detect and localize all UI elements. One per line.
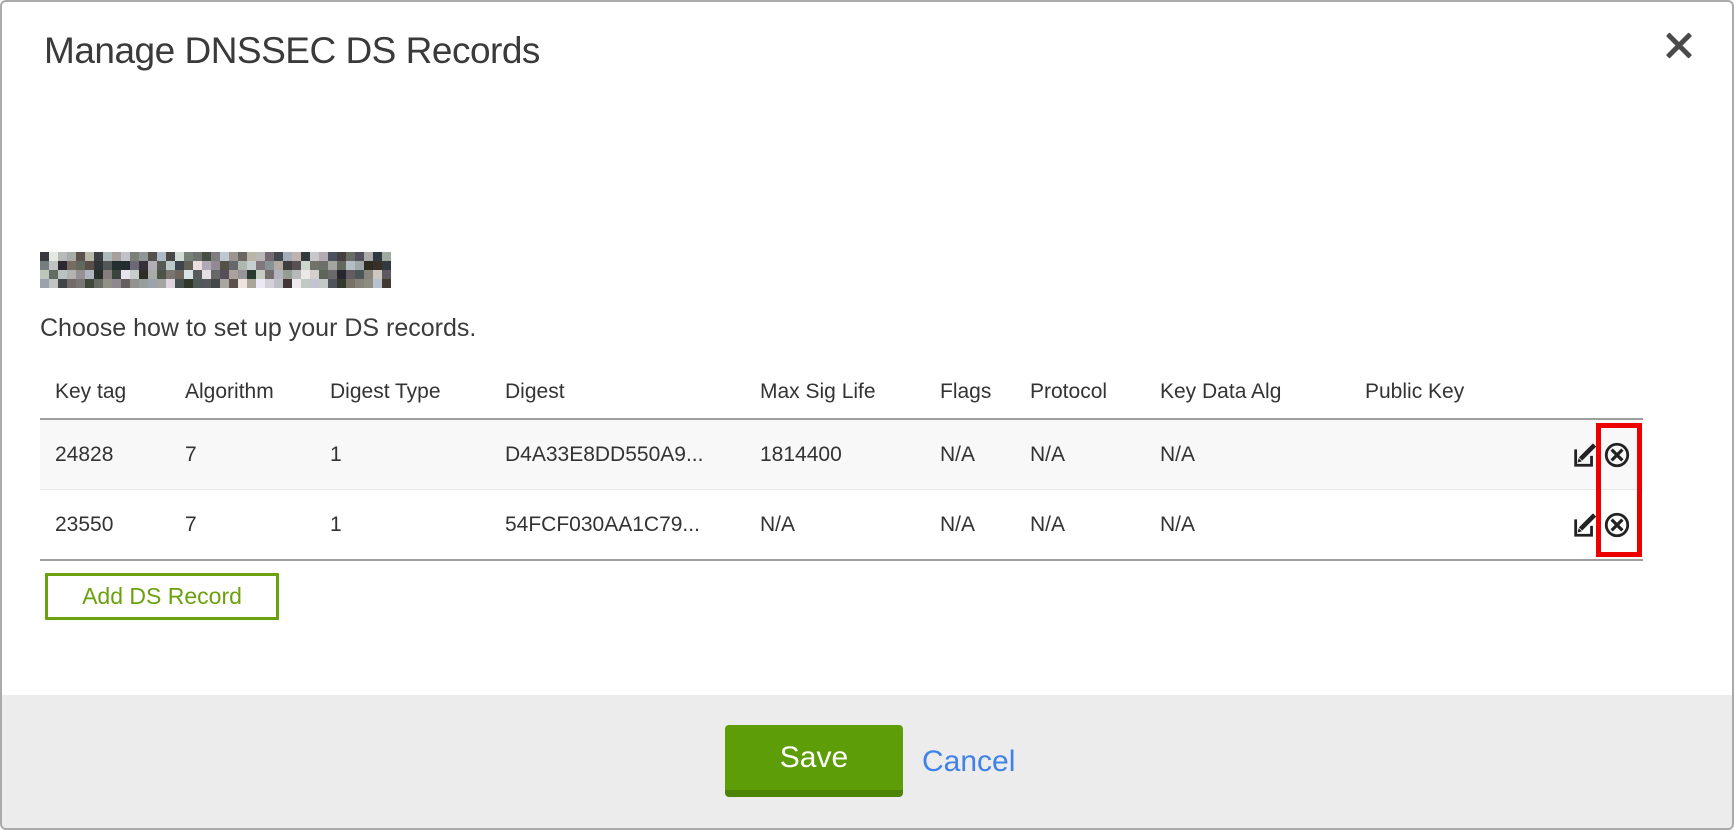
save-button[interactable]: Save	[725, 725, 903, 797]
col-header-actions	[1550, 365, 1643, 419]
col-header-digest: Digest	[490, 365, 745, 419]
edit-icon	[1571, 441, 1599, 469]
col-header-algorithm: Algorithm	[170, 365, 315, 419]
cell-digest: D4A33E8DD550A9...	[490, 419, 745, 490]
col-header-key-data-alg: Key Data Alg	[1145, 365, 1350, 419]
cell-max-sig-life: 1814400	[745, 419, 925, 490]
cell-key-data-alg: N/A	[1145, 490, 1350, 561]
circle-x-icon	[1603, 511, 1631, 539]
edit-record-button[interactable]	[1571, 511, 1599, 539]
cell-digest-type: 1	[315, 490, 490, 561]
manage-dnssec-modal: Manage DNSSEC DS Records Choose how to s…	[0, 0, 1734, 830]
cell-digest-type: 1	[315, 419, 490, 490]
cancel-link[interactable]: Cancel	[922, 745, 1015, 779]
col-header-flags: Flags	[925, 365, 1015, 419]
delete-record-button[interactable]	[1603, 441, 1631, 469]
cell-flags: N/A	[925, 419, 1015, 490]
cell-algorithm: 7	[170, 490, 315, 561]
modal-footer: Save Cancel	[2, 695, 1732, 828]
cell-public-key	[1350, 490, 1550, 561]
edit-icon	[1571, 511, 1599, 539]
col-header-key-tag: Key tag	[40, 365, 170, 419]
page-title: Manage DNSSEC DS Records	[44, 30, 540, 72]
table-row: 24828 7 1 D4A33E8DD550A9... 1814400 N/A …	[40, 419, 1643, 490]
redacted-domain-name	[40, 252, 391, 288]
edit-record-button[interactable]	[1571, 441, 1599, 469]
table-row: 23550 7 1 54FCF030AA1C79... N/A N/A N/A …	[40, 490, 1643, 561]
cell-protocol: N/A	[1015, 419, 1145, 490]
cell-algorithm: 7	[170, 419, 315, 490]
cell-key-data-alg: N/A	[1145, 419, 1350, 490]
col-header-max-sig-life: Max Sig Life	[745, 365, 925, 419]
cell-protocol: N/A	[1015, 490, 1145, 561]
circle-x-icon	[1603, 441, 1631, 469]
ds-records-table: Key tag Algorithm Digest Type Digest Max…	[40, 365, 1643, 561]
col-header-digest-type: Digest Type	[315, 365, 490, 419]
cell-key-tag: 23550	[40, 490, 170, 561]
col-header-public-key: Public Key	[1350, 365, 1550, 419]
close-button[interactable]	[1660, 26, 1698, 64]
cell-public-key	[1350, 419, 1550, 490]
cell-digest: 54FCF030AA1C79...	[490, 490, 745, 561]
cell-key-tag: 24828	[40, 419, 170, 490]
delete-record-button[interactable]	[1603, 511, 1631, 539]
add-ds-record-button[interactable]: Add DS Record	[45, 573, 279, 620]
cell-flags: N/A	[925, 490, 1015, 561]
instruction-text: Choose how to set up your DS records.	[40, 314, 476, 343]
col-header-protocol: Protocol	[1015, 365, 1145, 419]
table-header-row: Key tag Algorithm Digest Type Digest Max…	[40, 365, 1643, 419]
cell-max-sig-life: N/A	[745, 490, 925, 561]
